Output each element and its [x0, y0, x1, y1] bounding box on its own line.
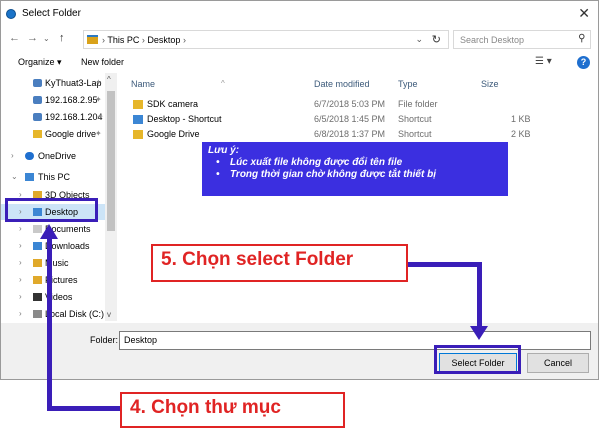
select-folder-highlight-box — [434, 345, 521, 374]
chevron-right-icon[interactable]: › — [19, 241, 22, 250]
help-icon[interactable]: ? — [577, 56, 590, 69]
nav-item-music[interactable]: › Music — [1, 255, 105, 271]
nav-item-onedrive[interactable]: › OneDrive — [1, 148, 105, 164]
column-header-size[interactable]: Size — [481, 79, 499, 89]
cloud-icon — [25, 152, 34, 160]
google-drive-icon — [133, 130, 143, 139]
network-drive-icon — [33, 113, 42, 121]
videos-icon — [33, 293, 42, 301]
chevron-down-icon[interactable]: ⌄ — [11, 172, 18, 181]
chevron-right-icon[interactable]: › — [19, 309, 22, 318]
chevron-down-icon[interactable]: ⌄ — [415, 34, 423, 45]
network-drive-icon — [33, 79, 42, 87]
column-header-date[interactable]: Date modified — [314, 79, 370, 89]
pin-icon: ✦ — [95, 129, 102, 138]
arrow-up-icon — [40, 224, 58, 239]
scroll-down-icon[interactable]: v — [107, 310, 111, 319]
chevron-right-icon[interactable]: › — [19, 258, 22, 267]
nav-item-local-disk-c[interactable]: › Local Disk (C:) — [1, 306, 105, 321]
shortcut-icon — [133, 115, 143, 124]
close-icon[interactable]: ✕ — [578, 5, 590, 22]
chevron-right-icon[interactable]: › — [11, 151, 14, 160]
column-header-type[interactable]: Type — [398, 79, 418, 89]
chevron-right-icon[interactable]: › — [19, 275, 22, 284]
pin-icon: ✦ — [97, 112, 104, 121]
note-title: Lưu ý: — [208, 145, 240, 156]
nav-item-192-168-1-204[interactable]: 192.168.1.204 ✦ — [1, 109, 105, 125]
view-options-icon[interactable]: ☰ ▾ — [535, 56, 552, 67]
music-icon — [33, 259, 42, 267]
chevron-right-icon[interactable]: › — [19, 292, 22, 301]
search-icon: ⚲ — [577, 33, 585, 44]
file-list: Name ^ Date modified Type Size SDK camer… — [125, 73, 598, 321]
connector-line — [408, 262, 482, 267]
search-input[interactable]: Search Desktop — [460, 35, 524, 45]
nav-item-pictures[interactable]: › Pictures — [1, 272, 105, 288]
note-line: Lúc xuất file không được đổi tên file — [230, 157, 403, 168]
warning-note: Lưu ý: • Lúc xuất file không được đổi tê… — [202, 142, 508, 196]
downloads-icon — [33, 242, 42, 250]
folder-value: Desktop — [124, 335, 158, 345]
chevron-right-icon[interactable]: › — [19, 224, 22, 233]
scroll-thumb[interactable] — [107, 91, 115, 231]
nav-item-videos[interactable]: › Videos — [1, 289, 105, 305]
folder-label: Folder: — [90, 335, 119, 345]
arrow-down-icon — [470, 326, 488, 340]
breadcrumb-this-pc[interactable]: This PC — [107, 35, 139, 45]
callout-step5: 5. Chọn select Folder — [151, 244, 408, 282]
cancel-button[interactable]: Cancel — [527, 353, 589, 373]
address-bar[interactable]: › This PC › Desktop › ⌄ ↻ — [83, 30, 449, 49]
network-drive-icon — [33, 96, 42, 104]
note-line: Trong thời gian chờ không được tắt thiết… — [230, 169, 436, 180]
forward-arrow-icon[interactable]: → — [27, 32, 38, 44]
callout-step4: 4. Chọn thư mục — [120, 392, 345, 428]
folder-icon — [87, 35, 98, 44]
file-row[interactable]: Desktop - Shortcut 6/5/2018 1:45 PM Shor… — [125, 112, 545, 128]
nav-item-google-drive[interactable]: Google drive ✦ — [1, 126, 105, 142]
bullet-icon: • — [216, 169, 220, 180]
pin-icon: ✦ — [95, 95, 102, 104]
nav-item-192-168-2-95[interactable]: 192.168.2.95 ✦ — [1, 92, 105, 108]
new-folder-button[interactable]: New folder — [81, 57, 124, 67]
desktop-highlight-box — [5, 198, 98, 222]
column-header-name[interactable]: Name ^ — [131, 79, 225, 89]
pictures-icon — [33, 276, 42, 284]
file-row[interactable]: SDK camera 6/7/2018 5:03 PM File folder — [125, 97, 545, 113]
file-row[interactable]: Google Drive 6/8/2018 1:37 PM Shortcut 2… — [125, 127, 545, 143]
nav-item-this-pc[interactable]: ⌄ This PC — [1, 169, 105, 185]
navigation-pane: KyThuat3-Lap ✦ 192.168.2.95 ✦ 192.168.1.… — [1, 73, 119, 321]
back-arrow-icon[interactable]: ← — [9, 32, 20, 44]
folder-icon — [133, 100, 143, 109]
navigation-bar: ← → ⌄ ↑ › This PC › Desktop › ⌄ ↻ Search… — [1, 27, 598, 51]
connector-line — [47, 406, 120, 411]
scroll-up-icon[interactable]: ^ — [107, 75, 111, 84]
computer-icon — [25, 173, 34, 181]
refresh-icon[interactable]: ↻ — [432, 33, 441, 46]
connector-line — [477, 262, 482, 328]
connector-line — [47, 238, 52, 411]
nav-scrollbar[interactable]: ^ v — [105, 73, 117, 321]
app-icon — [6, 9, 16, 19]
breadcrumb: › This PC › Desktop › — [102, 35, 186, 45]
bullet-icon: • — [216, 157, 220, 168]
google-drive-icon — [33, 130, 42, 138]
recent-dropdown-icon[interactable]: ⌄ — [43, 34, 50, 43]
nav-item-kythuat3-lap[interactable]: KyThuat3-Lap ✦ — [1, 75, 105, 91]
window-title: Select Folder — [22, 8, 81, 19]
nav-item-downloads[interactable]: › Downloads — [1, 238, 105, 254]
search-box[interactable]: Search Desktop ⚲ — [453, 30, 591, 49]
breadcrumb-desktop[interactable]: Desktop — [147, 35, 180, 45]
organize-button[interactable]: Organize ▾ — [18, 57, 62, 68]
title-bar: Select Folder ✕ — [1, 1, 598, 27]
hard-drive-icon — [33, 310, 42, 318]
up-arrow-icon[interactable]: ↑ — [59, 32, 65, 44]
pin-icon: ✦ — [95, 78, 102, 87]
command-toolbar: Organize ▾ New folder ☰ ▾ ? — [1, 53, 598, 73]
sort-caret-icon: ^ — [221, 79, 225, 88]
